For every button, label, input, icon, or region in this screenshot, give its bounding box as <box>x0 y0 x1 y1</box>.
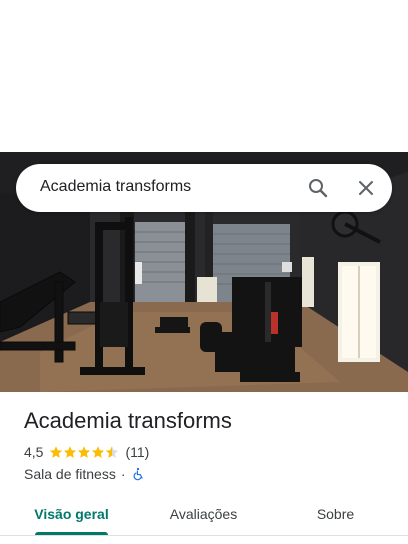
wheelchair-icon <box>133 467 143 481</box>
rating-stars <box>49 445 119 459</box>
tab-bar: Visão geral Avaliações Sobre <box>0 492 408 536</box>
tab-overview[interactable]: Visão geral <box>20 492 123 536</box>
top-blank-area <box>0 0 408 152</box>
star-icon <box>92 446 105 458</box>
search-icon[interactable] <box>306 176 330 200</box>
separator-dot: · <box>120 466 126 482</box>
search-bar[interactable]: Academia transforms <box>16 164 392 212</box>
tab-reviews[interactable]: Avaliações <box>152 492 255 536</box>
rating-row[interactable]: 4,5 (11) <box>24 443 149 461</box>
category-row: Sala de fitness · <box>24 465 145 483</box>
star-icon <box>78 446 91 458</box>
star-icon <box>64 446 77 458</box>
half-star-icon <box>106 446 119 458</box>
tab-about[interactable]: Sobre <box>284 492 387 536</box>
tab-divider <box>0 535 408 536</box>
rating-value: 4,5 <box>24 444 44 460</box>
close-icon[interactable] <box>354 176 378 200</box>
review-count[interactable]: (11) <box>125 444 149 460</box>
place-category: Sala de fitness <box>24 466 116 482</box>
star-icon <box>50 446 63 458</box>
place-title: Academia transforms <box>24 408 232 433</box>
search-input[interactable]: Academia transforms <box>40 178 191 196</box>
